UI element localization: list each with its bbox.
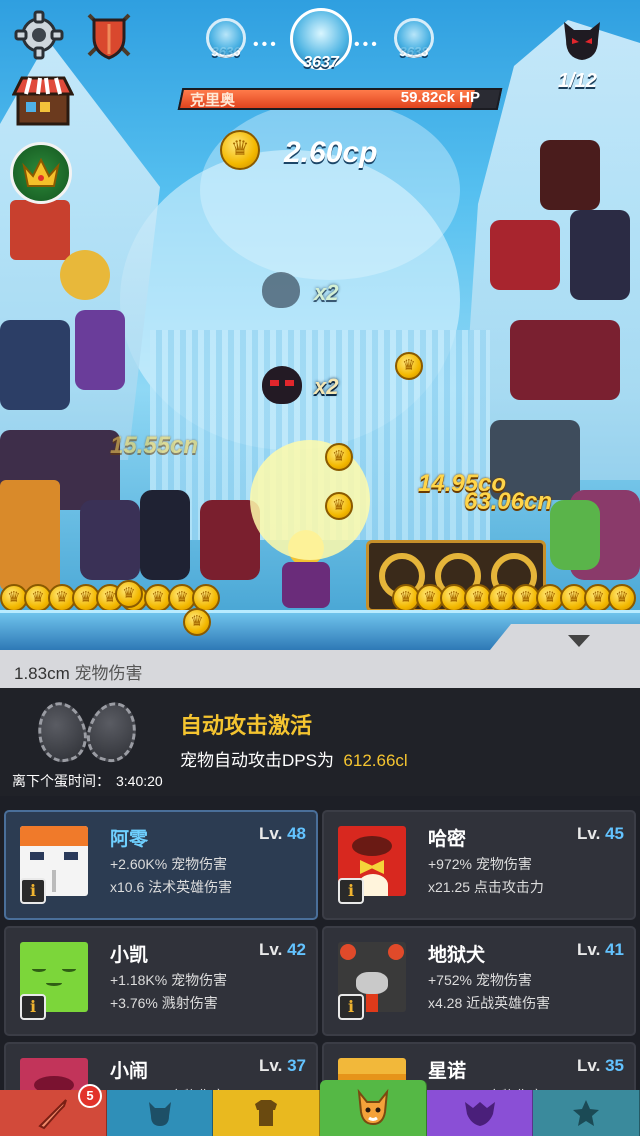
tab-pets[interactable] (320, 1080, 427, 1136)
stage-current: 3637 (286, 8, 356, 72)
pet-level: Lv. 37 (259, 1056, 306, 1075)
gold-coin[interactable] (325, 443, 353, 471)
stage-previous[interactable]: 3636 (204, 18, 248, 59)
gold-coin[interactable] (395, 352, 423, 380)
info-button[interactable]: i (20, 994, 46, 1020)
pet-damage-total: 1.83cm 宠物伤害 (14, 664, 143, 683)
pet-bonus-1: +2.60K% 宠物伤害 (110, 856, 228, 872)
pet-name: 小凯 (110, 945, 149, 966)
heart-crest-icon (464, 1102, 495, 1126)
panel-collapse-tab[interactable] (490, 624, 640, 650)
pet-name: 星诺 (428, 1061, 467, 1082)
wave-counter: 1/12 (558, 70, 597, 92)
info-button[interactable]: i (338, 994, 364, 1020)
pet-bonus-2: x10.6 法术英雄伤害 (110, 879, 233, 895)
gold-coin[interactable] (183, 608, 211, 636)
battle-scene[interactable]: x2 x2 15.55cn 14.95co 63.06cn 2.60cp 363… (0, 0, 640, 650)
damage-number: 63.06cn (464, 488, 553, 515)
star-icon (573, 1100, 600, 1126)
pet-name: 哈密 (428, 829, 467, 850)
next-egg-timer: 离下个蛋时间： 3:40:20 (12, 773, 163, 789)
info-button[interactable]: i (338, 878, 364, 904)
stage-dots: ••• (354, 36, 380, 53)
shop-button[interactable] (11, 74, 75, 126)
tab-sword[interactable]: 5 (0, 1084, 107, 1136)
market-stall-icon (11, 76, 75, 126)
boss-name: 克里奥 (190, 92, 236, 109)
prestige-button[interactable] (10, 142, 72, 204)
pet-name: 地狱犬 (428, 945, 486, 966)
gold-gain-text: 2.60cp (284, 136, 378, 169)
pet-level: Lv. 48 (259, 824, 306, 843)
pet-name: 阿零 (110, 829, 149, 850)
pet-card[interactable]: i 哈密 Lv. 45 +972% 宠物伤害 x21.25 点击攻击力 (322, 810, 636, 920)
helmet-icon (148, 1102, 171, 1126)
demon-bonus-icon[interactable] (262, 272, 300, 308)
demon-bonus-icon[interactable] (262, 366, 302, 404)
gear-icon (14, 10, 64, 60)
boss-hp-text: 59.82ck HP (400, 89, 480, 106)
stage-next[interactable]: 3638 (392, 18, 436, 59)
sword-icon (38, 1099, 67, 1130)
pet-bonus-2: x21.25 点击攻击力 (428, 879, 544, 895)
pet-icon (357, 1088, 389, 1126)
gold-coin[interactable] (115, 580, 143, 608)
pet-bonus-1: +752% 宠物伤害 (428, 972, 532, 988)
settings-button[interactable] (14, 10, 64, 60)
pet-bonus-1: +1.18K% 宠物伤害 (110, 972, 228, 988)
pet-level: Lv. 41 (577, 940, 624, 959)
pet-name: 小闹 (110, 1061, 149, 1082)
auto-attack-title: 自动攻击激活 (180, 713, 313, 738)
tab-equipment[interactable] (213, 1090, 321, 1136)
pet-bonus-1: +972% 宠物伤害 (428, 856, 532, 872)
bottom-nav: 5 (0, 1080, 640, 1136)
pet-card[interactable]: i 地狱犬 Lv. 41 +752% 宠物伤害 x4.28 近战英雄伤害 (322, 926, 636, 1036)
demon-head-icon (564, 22, 600, 60)
auto-attack-dps: 宠物自动攻击DPS为 612.66cl (180, 751, 408, 770)
gold-coin[interactable] (325, 492, 353, 520)
mist-cloud (200, 100, 460, 280)
info-button[interactable]: i (20, 878, 46, 904)
multiplier-text: x2 (314, 374, 339, 399)
pet-level: Lv. 42 (259, 940, 306, 959)
tab-artifacts[interactable] (426, 1090, 534, 1136)
boss-fight-button[interactable] (560, 18, 604, 62)
pet-bonus-2: x4.28 近战英雄伤害 (428, 995, 551, 1011)
pet-level: Lv. 35 (577, 1056, 624, 1075)
pet-list: i 阿零 Lv. 48 +2.60K% 宠物伤害 x10.6 法术英雄伤害 i … (0, 806, 640, 1136)
armor-icon (255, 1100, 278, 1126)
panel-header: 1.83cm 宠物伤害 (0, 624, 640, 688)
tab-store[interactable] (533, 1090, 640, 1136)
pet-card[interactable]: i 阿零 Lv. 48 +2.60K% 宠物伤害 x10.6 法术英雄伤害 (4, 810, 318, 920)
shield-swords-icon (87, 13, 131, 60)
pet-card[interactable]: i 小凯 Lv. 42 +1.18K% 宠物伤害 +3.76% 溅射伤害 (4, 926, 318, 1036)
tab-heroes[interactable] (106, 1090, 214, 1136)
chevron-down-icon[interactable] (568, 635, 590, 647)
gold-coin[interactable] (220, 130, 260, 170)
clan-button[interactable] (84, 10, 134, 62)
pet-bonus-2: +3.76% 溅射伤害 (110, 995, 218, 1011)
damage-number: 15.55cn (110, 432, 199, 459)
stage-dots: ••• (253, 36, 279, 53)
pet-level: Lv. 45 (577, 824, 624, 843)
crown-icon (22, 157, 60, 187)
multiplier-text: x2 (314, 280, 339, 305)
notification-badge: 5 (78, 1084, 102, 1108)
